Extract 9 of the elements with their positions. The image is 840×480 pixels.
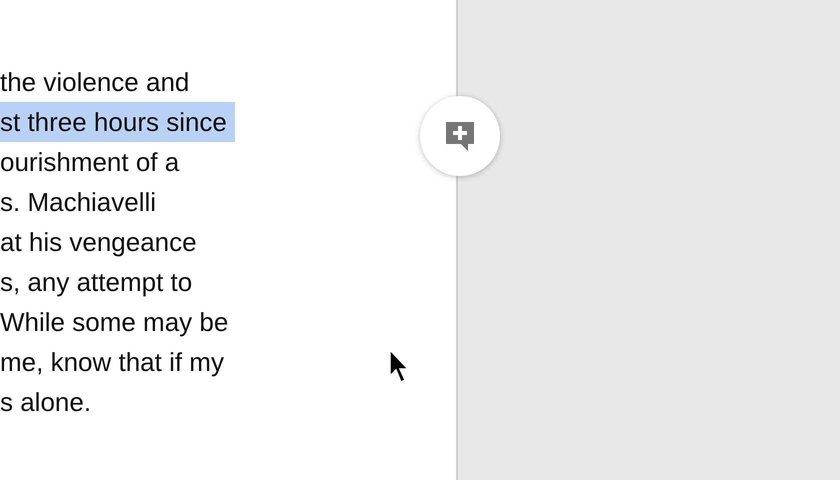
text-line: s, any attempt to	[0, 266, 194, 299]
text-line: s. Machiavelli	[0, 186, 158, 219]
text-line: at his vengeance	[0, 226, 198, 259]
text-line: the violence and	[0, 66, 190, 99]
text-line: ourishment of a	[0, 146, 180, 179]
text-line: s alone.	[0, 386, 92, 419]
text-line: While some may be	[0, 306, 230, 339]
add-comment-icon	[444, 120, 476, 152]
text-line: me, know that if my	[0, 346, 225, 379]
